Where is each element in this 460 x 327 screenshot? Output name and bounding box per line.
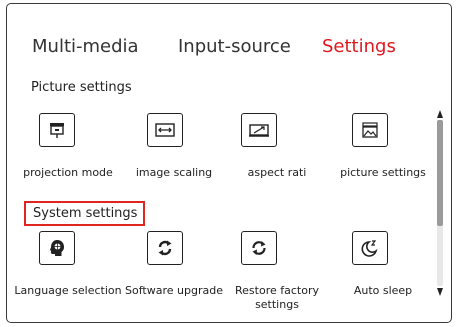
moon-sleep-icon <box>352 231 388 265</box>
software-upgrade-label: Software upgrade <box>125 284 223 297</box>
tab-multi-media[interactable]: Multi-media <box>32 36 139 57</box>
image-scaling-label: image scaling <box>135 166 213 179</box>
aspect-ratio-label: aspect rati <box>247 166 307 179</box>
restore-factory-label: Restore factory settings <box>235 284 319 311</box>
scroll-down-arrow-icon[interactable] <box>437 288 443 296</box>
language-selection-label: Language selection <box>14 284 122 297</box>
picture-settings-label: picture settings <box>340 166 426 179</box>
vertical-scrollbar[interactable] <box>436 110 446 298</box>
restore-icon <box>241 231 277 265</box>
auto-sleep-label: Auto sleep <box>353 284 413 297</box>
aspect-ratio-icon <box>241 113 277 147</box>
scroll-thumb[interactable] <box>437 120 443 226</box>
picture-settings-heading: Picture settings <box>31 80 132 95</box>
image-scaling-icon <box>147 113 183 147</box>
tab-settings[interactable]: Settings <box>322 36 396 57</box>
system-settings-heading: System settings <box>24 201 146 226</box>
scroll-up-arrow-icon[interactable] <box>437 110 443 118</box>
picture-icon <box>352 113 388 147</box>
projection-mode-label: projection mode <box>23 166 113 179</box>
projector-icon <box>39 113 75 147</box>
tab-input-source[interactable]: Input-source <box>178 36 291 57</box>
globe-icon <box>39 231 75 265</box>
refresh-icon <box>147 231 183 265</box>
